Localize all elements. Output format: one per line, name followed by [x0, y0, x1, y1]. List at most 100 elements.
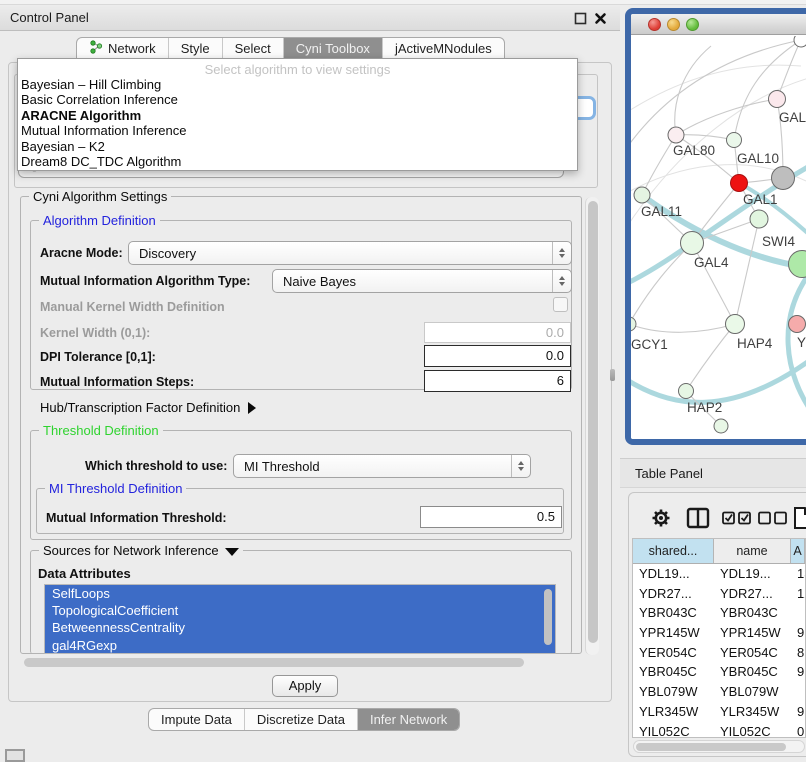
tab-discretize-data[interactable]: Discretize Data — [245, 709, 358, 730]
control-panel-title: Control Panel — [10, 10, 89, 25]
list-scrollbar-thumb[interactable] — [544, 589, 552, 645]
dropdown-option-highlighted[interactable]: ARACNE Algorithm — [18, 108, 577, 123]
table-row[interactable]: YBL079WYBL079W — [633, 682, 805, 702]
table-panel-titlebar: Table Panel — [620, 458, 806, 488]
columns-icon[interactable] — [686, 506, 710, 530]
dropdown-option[interactable]: Bayesian – Hill Climbing — [18, 77, 577, 92]
scrollbar-thumb[interactable] — [588, 201, 598, 643]
network-icon — [89, 40, 103, 57]
dpi-tolerance-field[interactable]: 0.0 — [424, 345, 571, 367]
mi-threshold-field[interactable]: 0.5 — [420, 506, 562, 528]
network-graph: GAL GAL80 GAL10 GAL1 GAL11 SWI4 GAL4 GCY… — [631, 36, 806, 440]
column-header-partial[interactable]: A — [791, 539, 805, 563]
mi-type-combobox[interactable]: Naive Bayes — [272, 269, 572, 293]
column-header-shared-name[interactable]: shared... — [633, 539, 714, 563]
svg-text:HAP4: HAP4 — [737, 336, 773, 351]
tab-style[interactable]: Style — [169, 38, 223, 59]
manual-kernel-label: Manual Kernel Width Definition — [40, 300, 225, 314]
document-icon[interactable] — [793, 506, 806, 530]
tab-infer-network-label: Infer Network — [370, 712, 447, 727]
tab-cyni-toolbox-label: Cyni Toolbox — [296, 41, 370, 56]
svg-text:GCY1: GCY1 — [631, 337, 668, 352]
dropdown-option[interactable]: Basic Correlation Inference — [18, 92, 577, 107]
which-threshold-combobox[interactable]: MI Threshold — [233, 454, 531, 478]
threshold-definition-title: Threshold Definition — [39, 423, 163, 438]
scrollbar-thumb[interactable] — [636, 743, 786, 751]
tab-jactivemnodules-label: jActiveMNodules — [395, 41, 492, 56]
float-panel-icon[interactable] — [574, 12, 587, 25]
bottom-tabbar: Impute Data Discretize Data Infer Networ… — [148, 708, 460, 731]
manual-kernel-checkbox[interactable] — [553, 297, 568, 312]
application-root: Control Panel Network Style Select Cyni … — [0, 0, 806, 762]
gear-icon[interactable] — [650, 506, 672, 530]
tab-infer-network[interactable]: Infer Network — [358, 709, 459, 730]
window-close-button[interactable] — [648, 18, 661, 31]
which-threshold-label: Which threshold to use: — [85, 459, 227, 473]
dropdown-option[interactable]: Dream8 DC_TDC Algorithm — [18, 154, 577, 169]
which-threshold-value: MI Threshold — [234, 459, 511, 474]
hub-definition-label: Hub/Transcription Factor Definition — [40, 400, 240, 415]
tab-network[interactable]: Network — [77, 38, 169, 59]
tab-discretize-data-label: Discretize Data — [257, 712, 345, 727]
select-all-checkboxes-icon[interactable] — [722, 511, 752, 526]
table-horizontal-scrollbar[interactable] — [633, 740, 805, 753]
table-row[interactable]: YDR27...YDR27...12 — [633, 584, 805, 604]
mi-threshold-group-title: MI Threshold Definition — [45, 481, 186, 496]
tab-network-label: Network — [108, 41, 156, 56]
aracne-mode-combobox[interactable]: Discovery — [128, 241, 572, 265]
list-item[interactable]: BetweennessCentrality — [45, 619, 555, 636]
table-row[interactable]: YBR045CYBR045C9. — [633, 662, 805, 682]
network-edges-highlighted — [631, 164, 806, 418]
control-panel-titlebar: Control Panel — [0, 5, 620, 31]
kernel-width-field[interactable]: 0.0 — [424, 322, 571, 343]
network-window-titlebar[interactable] — [631, 14, 806, 35]
settings-vertical-scrollbar[interactable] — [585, 197, 599, 655]
table-row[interactable]: YLR345WYLR345W9. — [633, 702, 805, 722]
close-panel-icon[interactable] — [594, 12, 607, 25]
tab-select[interactable]: Select — [223, 38, 284, 59]
list-item[interactable]: TopologicalCoefficient — [45, 602, 555, 619]
algorithm-definition-title: Algorithm Definition — [39, 213, 160, 228]
tab-jactivemnodules[interactable]: jActiveMNodules — [383, 38, 504, 59]
dropdown-option[interactable]: Bayesian – K2 — [18, 139, 577, 154]
dpi-tolerance-label: DPI Tolerance [0,1]: — [40, 350, 156, 364]
table-row[interactable]: YDL19...YDL19...13 — [633, 564, 805, 584]
sources-group-title: Sources for Network Inference — [39, 543, 243, 558]
table-row[interactable]: YBR043CYBR043C — [633, 603, 805, 623]
dropdown-placeholder: Select algorithm to view settings — [18, 59, 577, 77]
hub-definition-expander[interactable]: Hub/Transcription Factor Definition — [40, 400, 256, 415]
tab-cyni-toolbox[interactable]: Cyni Toolbox — [284, 38, 383, 59]
node-table: shared... name A YDL19...YDL19...13 YDR2… — [632, 538, 806, 738]
mi-steps-field[interactable]: 6 — [424, 370, 571, 392]
panel-grip-icon[interactable] — [5, 749, 25, 762]
apply-button[interactable]: Apply — [272, 675, 338, 697]
mi-steps-label: Mutual Information Steps: — [40, 375, 194, 389]
list-item[interactable]: SelfLoops — [45, 585, 555, 602]
svg-text:GAL10: GAL10 — [737, 151, 779, 166]
dropdown-option[interactable]: Mutual Information Inference — [18, 123, 577, 138]
tab-impute-data[interactable]: Impute Data — [149, 709, 245, 730]
mi-threshold-label: Mutual Information Threshold: — [46, 511, 227, 525]
window-zoom-button[interactable] — [686, 18, 699, 31]
window-minimize-button[interactable] — [667, 18, 680, 31]
table-row[interactable]: YPR145WYPR145W9. — [633, 623, 805, 643]
svg-text:HAP2: HAP2 — [687, 400, 722, 415]
table-row[interactable]: YIL052CYIL052C0. — [633, 722, 805, 739]
combobox-arrows-icon — [552, 270, 571, 292]
table-row[interactable]: YER054CYER054C8. — [633, 643, 805, 663]
algorithm-dropdown-popup: Select algorithm to view settings Bayesi… — [17, 58, 578, 171]
column-header-name[interactable]: name — [714, 539, 791, 563]
scrollbar-thumb[interactable] — [24, 658, 524, 667]
splitpane-divider-grip[interactable] — [610, 369, 615, 381]
settings-horizontal-scrollbar[interactable] — [22, 657, 582, 668]
cyni-algorithm-settings-title: Cyni Algorithm Settings — [29, 189, 171, 204]
collapse-down-icon — [225, 548, 239, 556]
deselect-all-checkboxes-icon[interactable] — [758, 511, 788, 526]
network-canvas[interactable]: GAL GAL80 GAL10 GAL1 GAL11 SWI4 GAL4 GCY… — [631, 36, 806, 439]
combobox-arrows-icon — [511, 455, 530, 477]
aracne-mode-label: Aracne Mode: — [40, 246, 123, 260]
list-item[interactable]: gal4RGexp — [45, 637, 555, 654]
network-view-window[interactable]: GAL GAL80 GAL10 GAL1 GAL11 SWI4 GAL4 GCY… — [625, 8, 806, 445]
table-header-row: shared... name A — [633, 539, 805, 564]
data-attributes-list[interactable]: SelfLoops TopologicalCoefficient Between… — [44, 584, 556, 654]
